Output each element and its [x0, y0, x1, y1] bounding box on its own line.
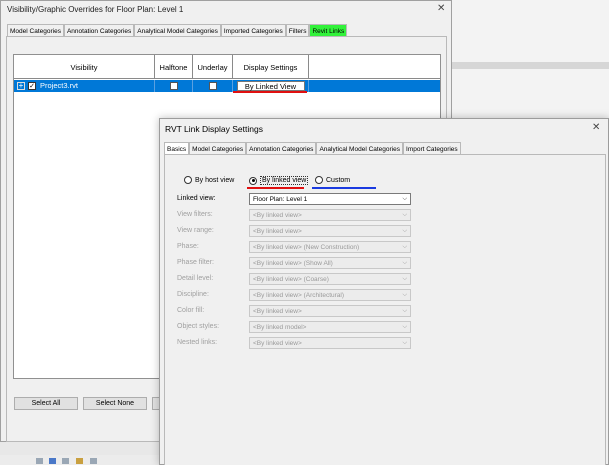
- display-settings-button[interactable]: By Linked View: [236, 81, 305, 91]
- field-label: Color fill:: [177, 307, 205, 314]
- column-visibility: Visibility: [14, 55, 155, 79]
- field-dropdown: <By linked view> (Architectural) ⌵: [249, 289, 411, 301]
- dropdown-value: <By linked model>: [253, 323, 307, 331]
- column-display-settings: Display Settings: [233, 55, 309, 79]
- radio-label: By linked view: [260, 176, 309, 185]
- rvt-link-display-settings-dialog: RVT Link Display Settings ✕ Basics Model…: [159, 118, 609, 465]
- dropdown-value: <By linked view> (Show All): [253, 259, 333, 267]
- field-dropdown: <By linked view> (Coarse) ⌵: [249, 273, 411, 285]
- chevron-down-icon: ⌵: [402, 196, 407, 202]
- chevron-down-icon: ⌵: [402, 340, 407, 346]
- table-header: Visibility Halftone Underlay Display Set…: [14, 55, 440, 79]
- status-icon-3: [62, 458, 69, 464]
- field-dropdown: <By linked view> (Show All) ⌵: [249, 257, 411, 269]
- blue-underline-mark: [312, 187, 376, 189]
- field-dropdown[interactable]: Floor Plan: Level 1 ⌵: [249, 193, 411, 205]
- field-label: Phase:: [177, 243, 199, 250]
- chevron-down-icon: ⌵: [402, 260, 407, 266]
- chevron-down-icon: ⌵: [402, 212, 407, 218]
- dropdown-value: <By linked view> (New Construction): [253, 243, 360, 251]
- chevron-down-icon: ⌵: [402, 308, 407, 314]
- radio-by-linked-view[interactable]: By linked view: [249, 176, 309, 185]
- dialog-title: RVT Link Display Settings: [165, 124, 263, 134]
- select-all-button[interactable]: Select All: [14, 397, 78, 410]
- radio-by-host-view[interactable]: By host view: [184, 176, 234, 184]
- background-toolbar: [452, 62, 609, 69]
- table-row[interactable]: + ✓ Project3.rvt By Linked View: [14, 80, 440, 92]
- red-underline-mark: [247, 187, 304, 189]
- field-dropdown: <By linked view> ⌵: [249, 225, 411, 237]
- visibility-cell: [14, 80, 155, 92]
- field-label: Object styles:: [177, 323, 220, 330]
- radio-custom[interactable]: Custom: [315, 176, 350, 184]
- chevron-down-icon: ⌵: [402, 324, 407, 330]
- radio-icon: [315, 176, 323, 184]
- field-label: Phase filter:: [177, 259, 214, 266]
- underlay-cell: [193, 80, 233, 92]
- status-icon-1: [36, 458, 43, 464]
- field-dropdown: <By linked view> (New Construction) ⌵: [249, 241, 411, 253]
- chevron-down-icon: ⌵: [402, 228, 407, 234]
- radio-selected-icon: [249, 176, 257, 185]
- dropdown-value: <By linked view>: [253, 227, 302, 235]
- status-icon-2: [49, 458, 56, 464]
- dropdown-value: <By linked view>: [253, 307, 302, 315]
- field-label: Nested links:: [177, 339, 218, 346]
- dropdown-value: <By linked view>: [253, 211, 302, 219]
- dropdown-value: Floor Plan: Level 1: [253, 195, 308, 203]
- field-label: View range:: [177, 227, 214, 234]
- field-label: Linked view:: [177, 195, 216, 202]
- close-icon[interactable]: ✕: [592, 122, 600, 133]
- radio-label: By host view: [195, 176, 235, 184]
- halftone-cell: [155, 80, 193, 92]
- dropdown-value: <By linked view> (Coarse): [253, 275, 329, 283]
- dropdown-value: <By linked view> (Architectural): [253, 291, 345, 299]
- field-dropdown: <By linked model> ⌵: [249, 321, 411, 333]
- field-label: View filters:: [177, 211, 213, 218]
- column-underlay: Underlay: [193, 55, 233, 79]
- field-dropdown: <By linked view> ⌵: [249, 305, 411, 317]
- close-icon[interactable]: ✕: [437, 3, 445, 14]
- underlay-checkbox[interactable]: [208, 82, 217, 90]
- red-underline-mark: [233, 91, 307, 93]
- select-none-button[interactable]: Select None: [83, 397, 147, 410]
- field-label: Discipline:: [177, 291, 209, 298]
- field-label: Detail level:: [177, 275, 214, 282]
- radio-icon: [184, 176, 192, 184]
- dropdown-value: <By linked view>: [253, 339, 302, 347]
- status-icon-4: [76, 458, 83, 464]
- field-dropdown: <By linked view> ⌵: [249, 209, 411, 221]
- status-icon-5: [90, 458, 97, 464]
- dialog-title: Visibility/Graphic Overrides for Floor P…: [7, 5, 184, 14]
- chevron-down-icon: ⌵: [402, 276, 407, 282]
- field-dropdown: <By linked view> ⌵: [249, 337, 411, 349]
- column-halftone: Halftone: [155, 55, 193, 79]
- radio-label: Custom: [326, 176, 351, 184]
- chevron-down-icon: ⌵: [402, 292, 407, 298]
- halftone-checkbox[interactable]: [169, 82, 178, 90]
- chevron-down-icon: ⌵: [402, 244, 407, 250]
